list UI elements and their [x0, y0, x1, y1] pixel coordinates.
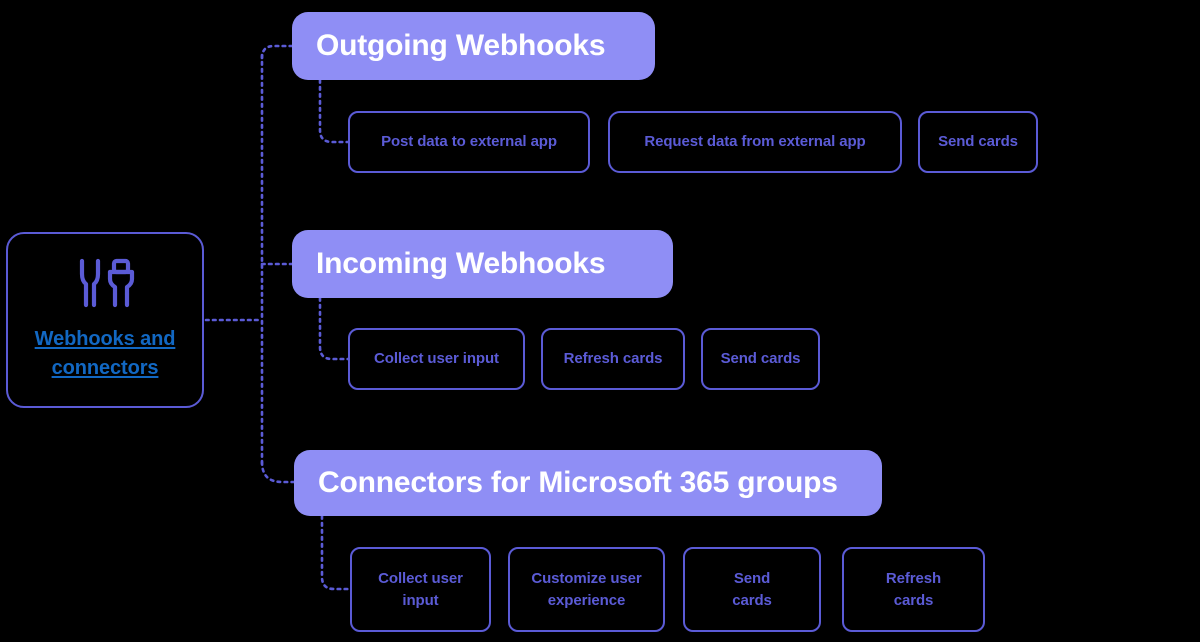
chip-label-line1: Customize user	[531, 569, 642, 587]
chip-label-line1: Refresh	[885, 569, 942, 587]
root-label-line2: connectors	[51, 357, 159, 379]
category-header-label: Incoming Webhooks	[316, 247, 606, 280]
chip-refresh-cards-incoming[interactable]: Refresh cards	[541, 328, 685, 390]
category-header-connectors-for-microsoft-365-groups[interactable]: Connectors for Microsoft 365 groups	[294, 450, 882, 516]
chip-send-cards-outgoing[interactable]: Send cards	[918, 111, 1038, 173]
category-header-incoming-webhooks[interactable]: Incoming Webhooks	[292, 230, 673, 298]
chip-label: Refresh cards	[886, 568, 941, 612]
chip-label: Request data from external app	[644, 133, 866, 151]
chip-label: Collect user input	[374, 350, 499, 368]
wire-trunk-to-outgoing	[260, 44, 294, 60]
chip-label-line2: input	[402, 591, 439, 609]
category-header-label: Outgoing Webhooks	[316, 29, 606, 62]
chip-collect-user-input-connectors[interactable]: Collect user input	[350, 547, 491, 632]
chip-send-cards-incoming[interactable]: Send cards	[701, 328, 820, 390]
chip-label: Collect user input	[378, 568, 463, 612]
chip-label: Post data to external app	[381, 133, 557, 151]
chip-request-data-from-external-app[interactable]: Request data from external app	[608, 111, 902, 173]
chip-label-line2: cards	[893, 591, 934, 609]
wire-connectors-to-children	[320, 514, 352, 591]
chip-label: Customize user experience	[531, 568, 641, 612]
wire-incoming-to-children	[318, 296, 350, 361]
category-header-label: Connectors for Microsoft 365 groups	[318, 466, 838, 499]
root-node-webhooks-and-connectors[interactable]: Webhooks and connectors	[6, 232, 204, 408]
chip-label: Send cards	[720, 350, 801, 368]
chip-send-cards-connectors[interactable]: Send cards	[683, 547, 821, 632]
wire-outgoing-to-children	[318, 78, 350, 144]
chip-label-line1: Collect user	[378, 569, 463, 587]
root-label-line1: Webhooks and	[34, 328, 176, 350]
chip-label: Send cards	[732, 568, 772, 612]
chip-collect-user-input-incoming[interactable]: Collect user input	[348, 328, 525, 390]
chip-label: Refresh cards	[563, 350, 663, 368]
chip-label-line2: experience	[547, 591, 626, 609]
category-header-outgoing-webhooks[interactable]: Outgoing Webhooks	[292, 12, 655, 80]
chip-label-line1: Send	[733, 569, 771, 587]
wire-trunk-to-connectors	[260, 460, 296, 484]
chip-customize-user-experience[interactable]: Customize user experience	[508, 547, 665, 632]
chip-post-data-to-external-app[interactable]: Post data to external app	[348, 111, 590, 173]
chip-label-line2: cards	[732, 591, 772, 609]
diagram-canvas: Webhooks and connectors Outgoing Webhook…	[0, 0, 1200, 642]
chip-refresh-cards-connectors[interactable]: Refresh cards	[842, 547, 985, 632]
chip-label: Send cards	[938, 133, 1018, 151]
plug-connector-icon	[79, 258, 135, 308]
root-node-label[interactable]: Webhooks and connectors	[20, 325, 190, 383]
